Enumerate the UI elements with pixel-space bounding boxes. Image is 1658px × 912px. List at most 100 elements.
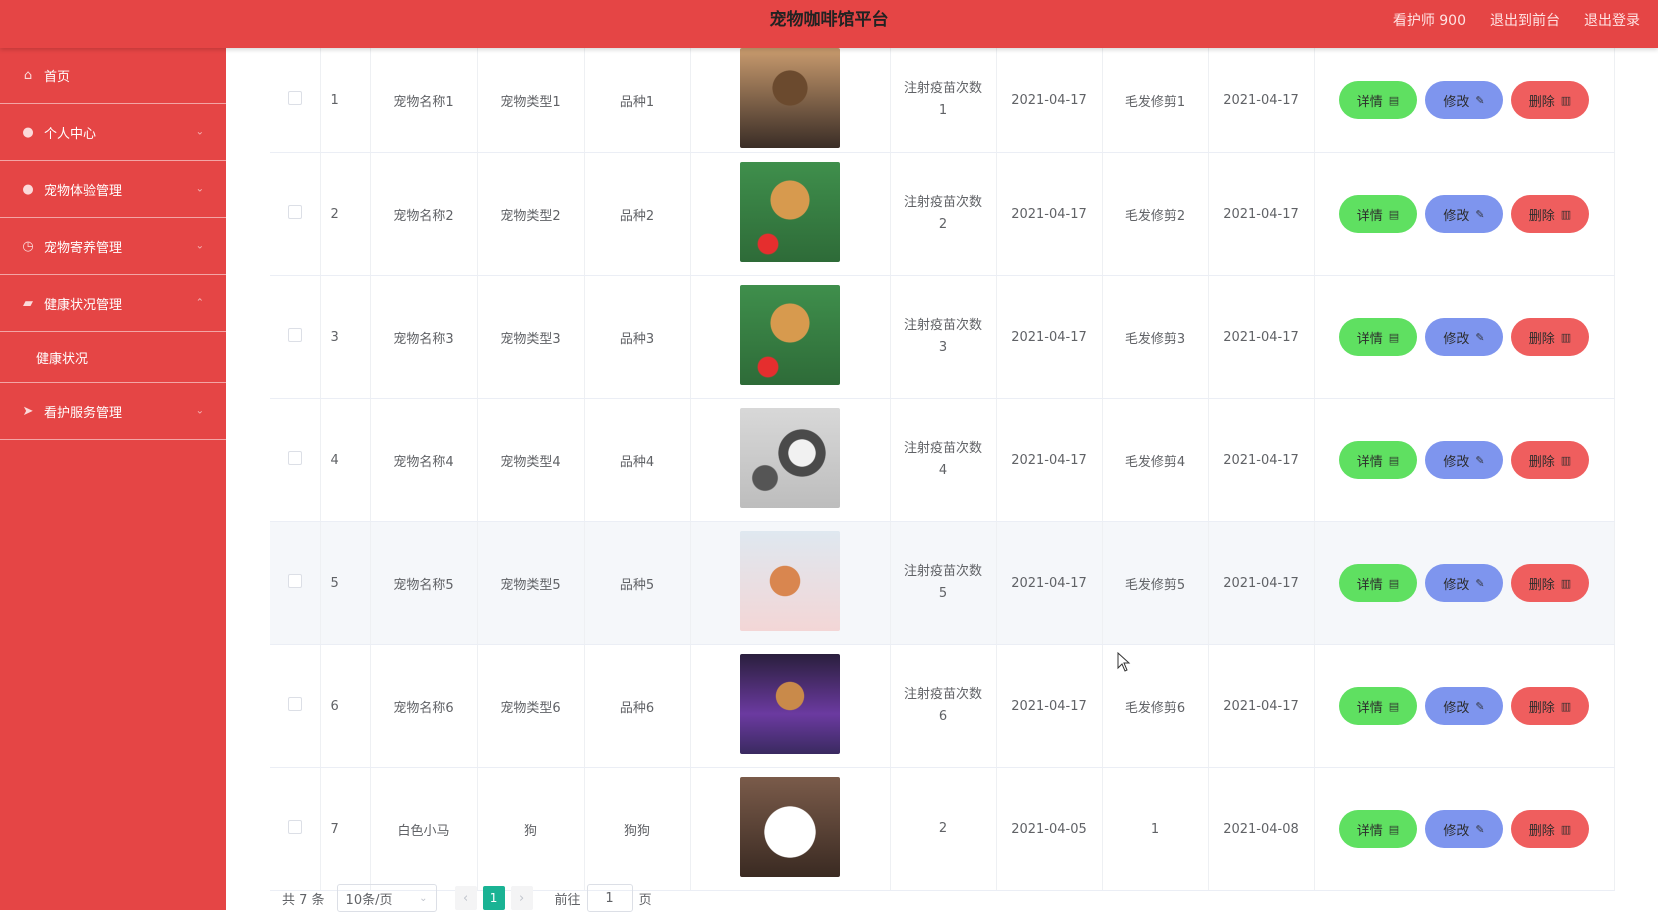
detail-button[interactable]: 详情 ▤ bbox=[1339, 810, 1417, 848]
cell-index: 4 bbox=[320, 398, 371, 522]
cell-pet-type: 宠物类型1 bbox=[477, 48, 585, 153]
delete-label: 删除 bbox=[1528, 331, 1555, 347]
prev-page-button[interactable]: ‹ bbox=[454, 886, 477, 910]
cell-date: 2021-04-17 bbox=[1208, 48, 1315, 153]
cell-pet-image bbox=[690, 398, 891, 522]
logout-link[interactable]: 退出登录 bbox=[1584, 10, 1640, 30]
row-select-cell bbox=[270, 767, 321, 891]
row-checkbox[interactable] bbox=[287, 205, 302, 219]
row-checkbox[interactable] bbox=[287, 451, 302, 465]
page-size-value: 10条/页 bbox=[345, 892, 393, 908]
sidebar-item-home[interactable]: ⌂ 首页 bbox=[0, 48, 226, 104]
delete-button[interactable]: 删除 ▥ bbox=[1511, 687, 1589, 725]
vaccine-text: 注射疫苗次数 bbox=[903, 441, 982, 456]
edit-label: 修改 bbox=[1443, 577, 1470, 593]
cell-index: 1 bbox=[320, 48, 371, 153]
edit-button[interactable]: 修改 ✎ bbox=[1425, 687, 1503, 725]
cell-breed: 品种5 bbox=[584, 521, 691, 645]
user-role-label[interactable]: 看护师 900 bbox=[1393, 10, 1466, 30]
cell-pet-type: 宠物类型5 bbox=[477, 521, 585, 645]
row-checkbox[interactable] bbox=[287, 91, 302, 105]
sidebar-subitem-health-status[interactable]: 健康状况 bbox=[0, 332, 226, 383]
edit-label: 修改 bbox=[1443, 823, 1470, 839]
cell-actions: 详情 ▤ 修改 ✎ 删除 ▥ bbox=[1314, 275, 1615, 399]
row-checkbox[interactable] bbox=[287, 820, 302, 834]
top-header: 宠物咖啡馆平台 看护师 900 退出到前台 退出登录 bbox=[0, 0, 1658, 48]
row-checkbox[interactable] bbox=[287, 697, 302, 711]
cell-date: 2021-04-17 bbox=[996, 398, 1103, 522]
home-icon: ⌂ bbox=[23, 68, 33, 83]
delete-button[interactable]: 删除 ▥ bbox=[1511, 318, 1589, 356]
delete-button[interactable]: 删除 ▥ bbox=[1511, 195, 1589, 233]
pencil-icon: ✎ bbox=[1475, 207, 1485, 221]
sidebar-item-care-service[interactable]: ➤ 看护服务管理 ⌄ bbox=[0, 383, 226, 440]
trash-icon: ▥ bbox=[1560, 330, 1572, 344]
detail-button[interactable]: 详情 ▤ bbox=[1339, 441, 1417, 479]
edit-button[interactable]: 修改 ✎ bbox=[1425, 564, 1503, 602]
cell-actions: 详情 ▤ 修改 ✎ 删除 ▥ bbox=[1314, 767, 1615, 891]
sidebar-item-pet-boarding[interactable]: ◷ 宠物寄养管理 ⌄ bbox=[0, 218, 226, 275]
pet-photo bbox=[740, 162, 840, 262]
goto-page-input[interactable]: 1 bbox=[586, 884, 633, 912]
detail-label: 详情 bbox=[1356, 700, 1383, 716]
sidebar-item-label: 健康状况管理 bbox=[44, 297, 123, 313]
document-icon: ▤ bbox=[1388, 207, 1400, 221]
trash-icon: ▥ bbox=[1560, 207, 1572, 221]
cell-actions: 详情 ▤ 修改 ✎ 删除 ▥ bbox=[1314, 152, 1615, 276]
edit-label: 修改 bbox=[1443, 208, 1470, 224]
delete-label: 删除 bbox=[1528, 208, 1555, 224]
cell-index: 2 bbox=[320, 152, 371, 276]
cell-breed: 品种4 bbox=[584, 398, 691, 522]
next-page-button[interactable]: › bbox=[510, 886, 533, 910]
edit-label: 修改 bbox=[1443, 700, 1470, 716]
vaccine-text-line2: 1 bbox=[938, 103, 948, 118]
detail-button[interactable]: 详情 ▤ bbox=[1339, 564, 1417, 602]
cell-pet-image bbox=[690, 644, 891, 768]
row-checkbox[interactable] bbox=[287, 574, 302, 588]
cell-date: 2021-04-17 bbox=[1208, 521, 1315, 645]
sidebar: ⌂ 首页 ● 个人中心 ⌄ ● 宠物体验管理 ⌄ ◷ 宠物寄养管理 ⌄ ▰ 健康… bbox=[0, 48, 226, 910]
cell-index: 6 bbox=[320, 644, 371, 768]
cell-grooming: 毛发修剪4 bbox=[1102, 398, 1209, 522]
table-row: 2 宠物名称2 宠物类型2 品种2 注射疫苗次数 2 2021-04-17 毛发修… bbox=[270, 152, 1615, 276]
page-number-button[interactable]: 1 bbox=[482, 886, 505, 910]
chevron-down-icon: ⌄ bbox=[195, 126, 204, 138]
document-icon: ▤ bbox=[1388, 576, 1400, 590]
delete-button[interactable]: 删除 ▥ bbox=[1511, 441, 1589, 479]
page-size-select[interactable]: 10条/页 ⌄ bbox=[336, 884, 437, 912]
delete-button[interactable]: 删除 ▥ bbox=[1511, 564, 1589, 602]
data-table-container: 1 宠物名称1 宠物类型1 品种1 注射疫苗次数 1 2021-04-17 毛发修… bbox=[270, 48, 1658, 891]
detail-button[interactable]: 详情 ▤ bbox=[1339, 318, 1417, 356]
edit-button[interactable]: 修改 ✎ bbox=[1425, 441, 1503, 479]
delete-button[interactable]: 删除 ▥ bbox=[1511, 810, 1589, 848]
edit-button[interactable]: 修改 ✎ bbox=[1425, 810, 1503, 848]
edit-button[interactable]: 修改 ✎ bbox=[1425, 195, 1503, 233]
exit-to-frontend-link[interactable]: 退出到前台 bbox=[1490, 10, 1560, 30]
document-icon: ▤ bbox=[1388, 822, 1400, 836]
cell-vaccine-count: 2 bbox=[890, 767, 997, 891]
detail-button[interactable]: 详情 ▤ bbox=[1339, 81, 1417, 119]
pagination-total: 共 7 条 bbox=[282, 892, 325, 908]
edit-button[interactable]: 修改 ✎ bbox=[1425, 318, 1503, 356]
sidebar-item-personal-center[interactable]: ● 个人中心 ⌄ bbox=[0, 104, 226, 161]
sidebar-item-pet-experience[interactable]: ● 宠物体验管理 ⌄ bbox=[0, 161, 226, 218]
vaccine-text: 注射疫苗次数 bbox=[903, 195, 982, 210]
row-checkbox[interactable] bbox=[287, 328, 302, 342]
delete-button[interactable]: 删除 ▥ bbox=[1511, 81, 1589, 119]
cell-pet-name: 宠物名称2 bbox=[370, 152, 478, 276]
cell-pet-name: 宠物名称6 bbox=[370, 644, 478, 768]
document-icon: ▤ bbox=[1388, 330, 1400, 344]
cell-grooming: 毛发修剪3 bbox=[1102, 275, 1209, 399]
trash-icon: ▥ bbox=[1560, 822, 1572, 836]
cell-actions: 详情 ▤ 修改 ✎ 删除 ▥ bbox=[1314, 644, 1615, 768]
cell-index: 7 bbox=[320, 767, 371, 891]
trash-icon: ▥ bbox=[1560, 576, 1572, 590]
cell-vaccine-count: 注射疫苗次数 1 bbox=[890, 48, 997, 153]
detail-button[interactable]: 详情 ▤ bbox=[1339, 195, 1417, 233]
cell-breed: 品种3 bbox=[584, 275, 691, 399]
detail-button[interactable]: 详情 ▤ bbox=[1339, 687, 1417, 725]
edit-button[interactable]: 修改 ✎ bbox=[1425, 81, 1503, 119]
cell-pet-name: 白色小马 bbox=[370, 767, 478, 891]
sidebar-item-health-management[interactable]: ▰ 健康状况管理 ⌃ bbox=[0, 275, 226, 332]
cell-vaccine-count: 注射疫苗次数 4 bbox=[890, 398, 997, 522]
